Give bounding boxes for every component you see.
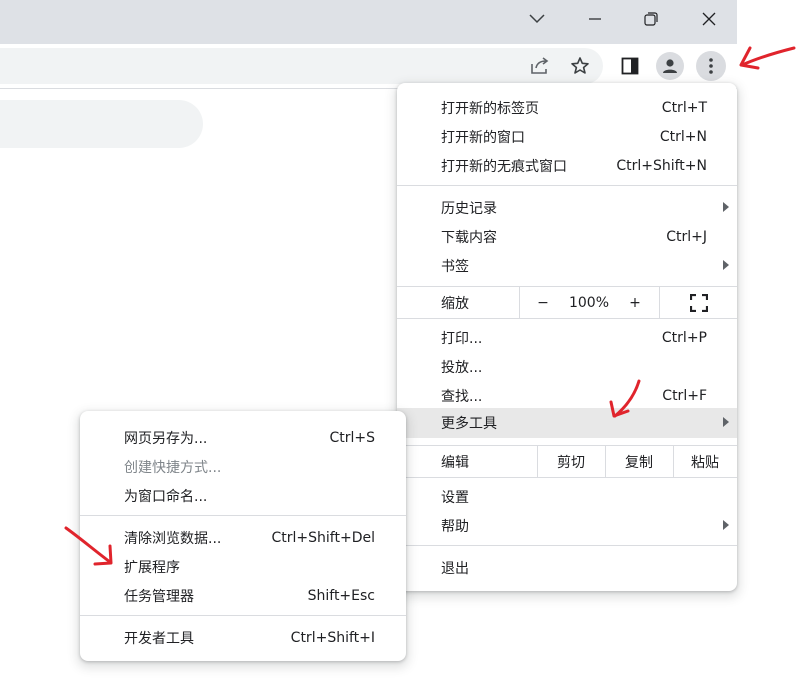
star-icon [571, 57, 589, 74]
more-tools-submenu: 网页另存为... Ctrl+S 创建快捷方式... 为窗口命名... 清除浏览数… [80, 411, 406, 661]
menu-item-create-shortcut: 创建快捷方式... [80, 452, 406, 481]
menu-item-label: 帮助 [441, 518, 469, 535]
menu-item-task-manager[interactable]: 任务管理器 Shift+Esc [80, 581, 406, 610]
restore-button[interactable] [622, 0, 680, 38]
copy-button[interactable]: 复制 [605, 446, 673, 477]
menu-item-label: 打开新的无痕式窗口 [441, 158, 567, 175]
menu-item-find[interactable]: 查找... Ctrl+F [397, 381, 737, 410]
cut-button[interactable]: 剪切 [537, 446, 605, 477]
menu-item-extensions[interactable]: 扩展程序 [80, 552, 406, 581]
zoom-in-button[interactable]: + [619, 287, 651, 318]
minimize-icon [589, 18, 601, 20]
minimize-button[interactable] [566, 0, 624, 38]
submenu-arrow-icon [723, 520, 729, 530]
close-icon [702, 12, 716, 26]
menu-item-label: 书签 [441, 258, 469, 275]
menu-item-shortcut: Ctrl+Shift+N [616, 157, 707, 174]
kebab-menu-icon [709, 58, 713, 74]
share-button[interactable] [528, 54, 552, 78]
menu-item-label: 打开新的标签页 [441, 100, 539, 117]
menu-separator [397, 545, 737, 546]
menu-item-new-window[interactable]: 打开新的窗口 Ctrl+N [397, 122, 737, 151]
profile-button[interactable] [656, 52, 684, 80]
menu-item-name-window[interactable]: 为窗口命名... [80, 481, 406, 510]
menu-item-shortcut: Ctrl+N [659, 128, 707, 145]
menu-item-shortcut: Ctrl+F [662, 387, 707, 404]
menu-item-history[interactable]: 历史记录 [397, 193, 737, 222]
menu-item-more-tools[interactable]: 更多工具 [397, 408, 737, 438]
zoom-divider [519, 287, 520, 318]
restore-icon [644, 12, 658, 26]
address-bar[interactable] [0, 48, 603, 84]
zoom-out-button[interactable]: − [527, 287, 559, 318]
share-icon [531, 57, 549, 74]
bookmark-star-button[interactable] [568, 54, 592, 78]
menu-item-print[interactable]: 打印... Ctrl+P [397, 323, 737, 352]
menu-item-exit[interactable]: 退出 [397, 553, 737, 582]
menu-item-shortcut: Ctrl+S [329, 429, 375, 446]
menu-item-clear-browsing-data[interactable]: 清除浏览数据... Ctrl+Shift+Del [80, 523, 406, 552]
submenu-arrow-icon [723, 202, 729, 212]
menu-separator [80, 615, 406, 616]
annotation-arrow-icon [739, 46, 796, 70]
menu-item-label: 网页另存为... [124, 430, 208, 447]
zoom-level: 100% [568, 294, 610, 311]
menu-item-label: 扩展程序 [124, 559, 180, 576]
submenu-arrow-icon [723, 260, 729, 270]
menu-item-label: 为窗口命名... [124, 488, 208, 505]
menu-item-label: 投放... [441, 359, 483, 376]
menu-item-label: 打开新的窗口 [441, 129, 525, 146]
profile-icon [663, 59, 677, 73]
menu-item-downloads[interactable]: 下载内容 Ctrl+J [397, 222, 737, 251]
menu-item-label: 任务管理器 [124, 588, 194, 605]
menu-item-label: 下载内容 [441, 229, 497, 246]
close-button[interactable] [680, 0, 738, 38]
menu-item-shortcut: Ctrl+P [661, 329, 707, 346]
menu-item-cast[interactable]: 投放... [397, 352, 737, 381]
menu-item-shortcut: Ctrl+J [666, 228, 707, 245]
page-search-box[interactable] [0, 100, 203, 148]
chevron-down-icon [529, 14, 545, 24]
menu-item-save-page-as[interactable]: 网页另存为... Ctrl+S [80, 423, 406, 452]
menu-item-label: 查找... [441, 388, 483, 405]
fullscreen-button[interactable] [681, 287, 717, 318]
side-panel-icon [621, 57, 639, 75]
menu-item-new-incognito-window[interactable]: 打开新的无痕式窗口 Ctrl+Shift+N [397, 151, 737, 180]
menu-item-help[interactable]: 帮助 [397, 511, 737, 540]
menu-separator [80, 515, 406, 516]
menu-item-label: 开发者工具 [124, 630, 194, 647]
menu-item-developer-tools[interactable]: 开发者工具 Ctrl+Shift+I [80, 623, 406, 652]
title-bar [0, 0, 737, 44]
zoom-label: 缩放 [441, 295, 469, 312]
edit-label: 编辑 [441, 454, 469, 471]
submenu-arrow-icon [723, 417, 729, 427]
side-panel-button[interactable] [618, 54, 642, 78]
menu-item-bookmarks[interactable]: 书签 [397, 251, 737, 280]
menu-item-shortcut: Ctrl+Shift+I [290, 629, 375, 646]
menu-item-label: 清除浏览数据... [124, 530, 222, 547]
menu-item-label: 打印... [441, 330, 483, 347]
menu-item-shortcut: Ctrl+T [661, 99, 707, 116]
menu-item-settings[interactable]: 设置 [397, 482, 737, 511]
edit-row: 编辑 剪切 复制 粘贴 [397, 445, 737, 478]
menu-item-label: 创建快捷方式... [124, 459, 222, 476]
paste-button[interactable]: 粘贴 [673, 446, 737, 477]
menu-item-shortcut: Shift+Esc [307, 587, 375, 604]
menu-item-label: 更多工具 [441, 416, 497, 432]
annotation-arrow-icon [609, 379, 641, 418]
menu-item-label: 历史记录 [441, 200, 497, 217]
zoom-divider [659, 287, 660, 318]
menu-item-new-tab[interactable]: 打开新的标签页 Ctrl+T [397, 93, 737, 122]
menu-item-label: 设置 [441, 489, 469, 506]
menu-separator [397, 185, 737, 186]
chrome-menu-button[interactable] [696, 51, 726, 81]
menu-item-shortcut: Ctrl+Shift+Del [271, 529, 375, 546]
annotation-arrow-icon [64, 526, 113, 566]
zoom-row: 缩放 − 100% + [397, 286, 737, 319]
fullscreen-icon [690, 293, 708, 312]
chrome-main-menu: 打开新的标签页 Ctrl+T 打开新的窗口 Ctrl+N 打开新的无痕式窗口 C… [397, 83, 737, 591]
menu-item-label: 退出 [441, 560, 469, 577]
tab-search-button[interactable] [508, 0, 566, 38]
